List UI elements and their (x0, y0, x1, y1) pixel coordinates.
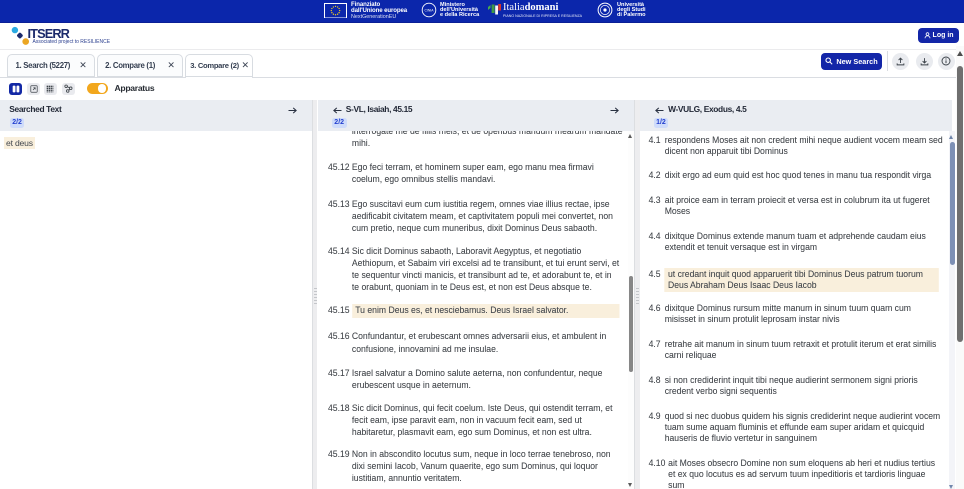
svg-text:CINIA: CINIA (424, 9, 434, 13)
